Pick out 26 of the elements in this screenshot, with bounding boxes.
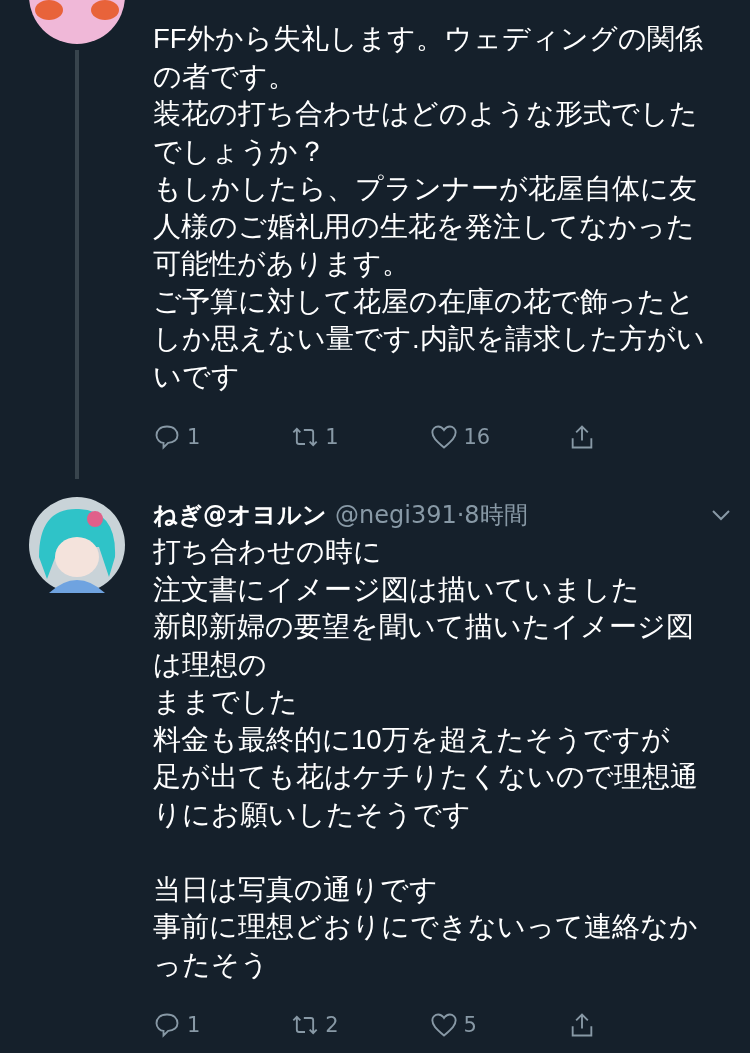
tweet-text: 注文書にイメージ図は描いていました [153,572,641,607]
retweet-button[interactable]: 2 [291,1011,430,1039]
retweet-button[interactable]: 1 [291,423,430,451]
user-handle: @negi391 [335,501,457,529]
tweet-text: もしかしたら、プランナーが花屋自体に友人様のご婚礼用の生花を発注してなかった可能性があります。 [153,172,698,281]
like-button[interactable]: 5 [429,1011,568,1039]
tweet-text: ままでした [153,685,299,719]
tweet-text: 装花の打ち合わせはどのような形式でしたでしょうか？ [153,97,699,169]
tweet-text: 打ち合わせの時に [153,535,383,569]
chevron-down-icon[interactable] [711,509,731,521]
tweet-text: FF外から失礼します。ウェディングの関係の者です。 [153,22,704,94]
tweet-text: 料金も最終的に10万を超えたそうですが [153,722,671,757]
tweet-text: 足が出ても花はケチりたくないので理想通りにお願いしたそうです [153,760,699,832]
heart-icon [429,423,458,451]
reply-button[interactable]: 1 [153,1011,292,1039]
like-button[interactable]: 16 [429,423,568,451]
speech-bubble-icon [153,423,181,451]
tweet-text: 事前に理想どおりにできないって連絡なかったそう [153,910,699,982]
tweet-text: ご予算に対して花屋の在庫の花で飾ったとしか思えない量です.内訳を請求した方がいいです [153,284,706,394]
reply-button[interactable]: 1 [153,423,292,451]
tweet-text: 当日は写真の通りです [153,872,439,907]
user-name[interactable]: ねぎ@オヨルン [153,499,327,531]
timestamp: ·8時間 [456,500,528,531]
heart-icon [429,1011,458,1039]
speech-bubble-icon [153,1011,181,1039]
tweet-text: 新郎新婦の要望を聞いて描いたイメージ図は理想の [153,610,695,682]
